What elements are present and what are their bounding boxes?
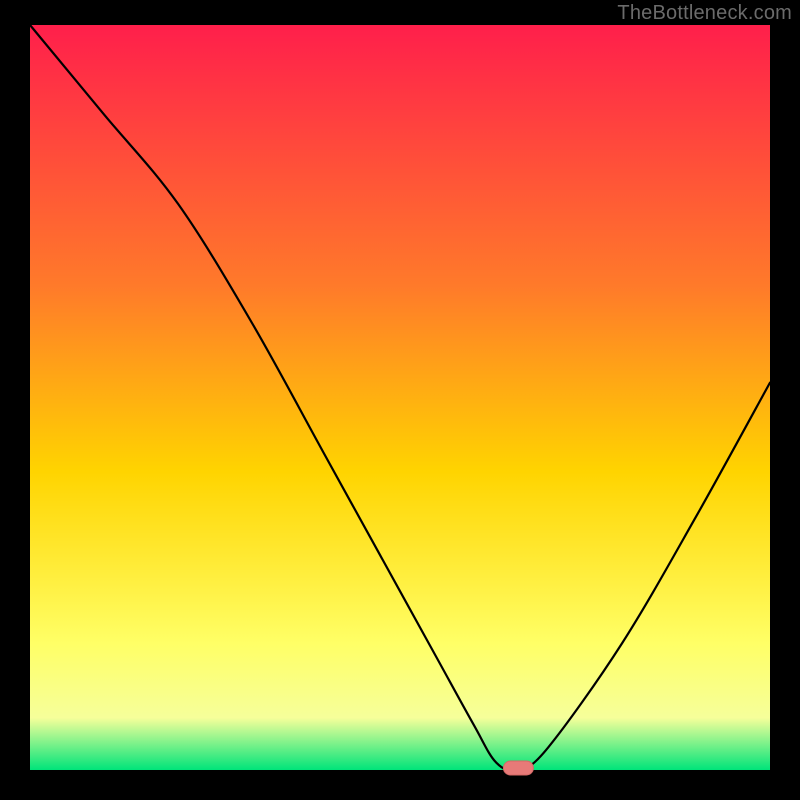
bottleneck-chart [0, 0, 800, 800]
watermark-text: TheBottleneck.com [617, 2, 792, 25]
chart-frame: TheBottleneck.com [0, 0, 800, 800]
plot-background [30, 25, 770, 770]
optimal-point-marker [503, 761, 533, 775]
